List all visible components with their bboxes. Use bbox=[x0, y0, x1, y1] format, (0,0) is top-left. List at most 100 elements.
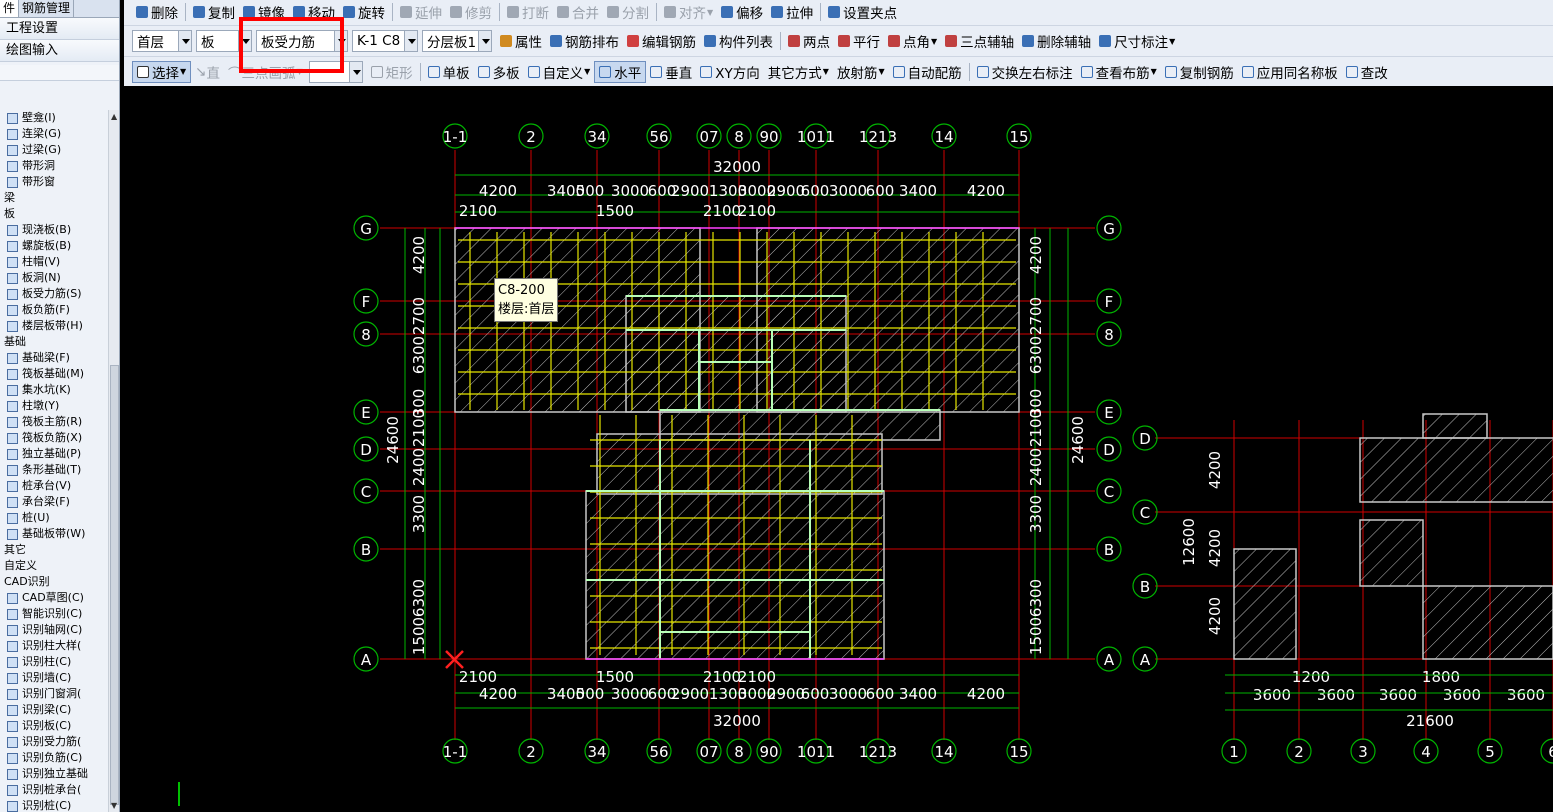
scroll-up-icon[interactable]: ▲ bbox=[111, 112, 117, 121]
edit-button[interactable]: 移动 bbox=[289, 1, 339, 23]
project-settings-button[interactable]: 工程设置 bbox=[0, 18, 119, 40]
tree-item[interactable]: 连梁(G) bbox=[0, 126, 108, 142]
tree-category[interactable]: 其它 bbox=[0, 542, 108, 558]
rebar-button[interactable]: 交换左右标注 bbox=[973, 61, 1077, 83]
tab-component[interactable]: 件 bbox=[0, 0, 20, 17]
tree-item[interactable]: 带形洞 bbox=[0, 158, 108, 174]
tree-item[interactable]: 基础板带(W) bbox=[0, 526, 108, 542]
edit-button[interactable]: 修剪 bbox=[446, 1, 496, 23]
chevron-down-icon[interactable] bbox=[238, 31, 251, 51]
tree-scrollbar[interactable]: ▲ ▼ bbox=[108, 110, 119, 812]
tree-item[interactable]: 集水坑(K) bbox=[0, 382, 108, 398]
scroll-down-icon[interactable]: ▼ bbox=[111, 801, 117, 810]
tree-item[interactable]: 识别负筋(C) bbox=[0, 750, 108, 766]
tree-item[interactable]: 板负筋(F) bbox=[0, 302, 108, 318]
tree-category[interactable]: 梁 bbox=[0, 190, 108, 206]
component-type-select[interactable]: 板受力筋 bbox=[256, 30, 348, 52]
drawing-input-button[interactable]: 绘图输入 bbox=[0, 40, 119, 62]
tree-item[interactable]: 承台梁(F) bbox=[0, 494, 108, 510]
chevron-down-icon[interactable] bbox=[334, 31, 347, 51]
component-button[interactable]: 三点辅轴 bbox=[941, 30, 1018, 52]
drawing-canvas[interactable]: 1-1 1-1 2 2 34 34 56 56 07 07 8 8 90 90 1011 1011 1213 12… bbox=[124, 86, 1553, 812]
tree-item[interactable]: 独立基础(P) bbox=[0, 446, 108, 462]
edit-button[interactable]: 偏移 bbox=[717, 1, 767, 23]
edit-button[interactable]: 镜像 bbox=[239, 1, 289, 23]
tree-item[interactable]: 智能识别(C) bbox=[0, 606, 108, 622]
tree-item[interactable]: 带形窗 bbox=[0, 174, 108, 190]
component-button[interactable]: 编辑钢筋 bbox=[623, 30, 700, 52]
tree-category[interactable]: 自定义 bbox=[0, 558, 108, 574]
component-button[interactable]: 点角 ▼ bbox=[884, 30, 941, 52]
component-button[interactable]: 删除辅轴 bbox=[1018, 30, 1095, 52]
chevron-down-icon[interactable] bbox=[348, 61, 362, 82]
tree-item[interactable]: 壁龛(I) bbox=[0, 110, 108, 126]
scroll-thumb[interactable] bbox=[110, 365, 119, 805]
rebar-button[interactable]: 查改 bbox=[1342, 61, 1392, 83]
select-button[interactable]: 选择 ▼ bbox=[132, 60, 192, 83]
tree-item[interactable]: CAD草图(C) bbox=[0, 590, 108, 606]
edit-button[interactable]: 分割 bbox=[603, 1, 653, 23]
tree-item[interactable]: 筏板主筋(R) bbox=[0, 414, 108, 430]
edit-button[interactable]: 延伸 bbox=[396, 1, 446, 23]
rect-button[interactable]: 矩形 bbox=[367, 61, 417, 83]
tree-item[interactable]: 现浇板(B) bbox=[0, 222, 108, 238]
rebar-button[interactable]: 放射筋 ▼ bbox=[833, 61, 889, 83]
rebar-button[interactable]: 其它方式 ▼ bbox=[764, 61, 833, 83]
component-button[interactable]: 两点 bbox=[784, 30, 834, 52]
rebar-button[interactable]: 应用同名称板 bbox=[1238, 61, 1342, 83]
tree-item[interactable]: 识别桩(C) bbox=[0, 798, 108, 812]
component-button[interactable]: 尺寸标注 ▼ bbox=[1095, 30, 1179, 52]
layer-select[interactable]: 分层板1 bbox=[422, 30, 492, 52]
tree-item[interactable]: 识别柱(C) bbox=[0, 654, 108, 670]
tree-category[interactable]: CAD识别 bbox=[0, 574, 108, 590]
tree-item[interactable]: 识别门窗洞( bbox=[0, 686, 108, 702]
tree-item[interactable]: 筏板负筋(X) bbox=[0, 430, 108, 446]
component-button[interactable]: 构件列表 bbox=[700, 30, 777, 52]
arc-button[interactable]: ⌒ 三点画弧 ▼ bbox=[224, 61, 307, 83]
line-button[interactable]: ↘ 直 bbox=[191, 61, 224, 83]
tab-rebar-manage[interactable]: 钢筋管理 bbox=[19, 0, 75, 17]
draw-option-select[interactable] bbox=[308, 60, 363, 83]
tree-item[interactable]: 柱帽(V) bbox=[0, 254, 108, 270]
tree-item[interactable]: 识别轴网(C) bbox=[0, 622, 108, 638]
tree-category[interactable]: 基础 bbox=[0, 334, 108, 350]
category-select[interactable]: 板 bbox=[196, 30, 252, 52]
tree-item[interactable]: 识别桩承台( bbox=[0, 782, 108, 798]
rebar-button[interactable]: 自动配筋 bbox=[889, 61, 966, 83]
edit-button[interactable]: 合并 bbox=[553, 1, 603, 23]
chevron-down-icon[interactable] bbox=[178, 31, 191, 51]
edit-button[interactable]: 复制 bbox=[189, 1, 239, 23]
floor-select[interactable]: 首层 bbox=[132, 30, 192, 52]
tree-item[interactable]: 板受力筋(S) bbox=[0, 286, 108, 302]
tree-item[interactable]: 识别墙(C) bbox=[0, 670, 108, 686]
rebar-button[interactable]: 垂直 bbox=[646, 61, 696, 83]
chevron-down-icon[interactable] bbox=[404, 31, 417, 51]
edit-button[interactable]: 设置夹点 bbox=[824, 1, 901, 23]
rebar-button[interactable]: 单板 bbox=[424, 61, 474, 83]
tree-item[interactable]: 柱墩(Y) bbox=[0, 398, 108, 414]
tree-item[interactable]: 基础梁(F) bbox=[0, 350, 108, 366]
tree-item[interactable]: 识别板(C) bbox=[0, 718, 108, 734]
edit-button[interactable]: 拉伸 bbox=[767, 1, 817, 23]
component-button[interactable]: 钢筋排布 bbox=[546, 30, 623, 52]
tree-item[interactable]: 识别柱大样( bbox=[0, 638, 108, 654]
rebar-button[interactable]: 水平 bbox=[594, 60, 647, 83]
tree-item[interactable]: 螺旋板(B) bbox=[0, 238, 108, 254]
component-button[interactable]: 属性 bbox=[496, 30, 546, 52]
rebar-button[interactable]: 查看布筋 ▼ bbox=[1077, 61, 1161, 83]
rebar-button[interactable]: 复制钢筋 bbox=[1161, 61, 1238, 83]
edit-button[interactable]: 对齐 ▼ bbox=[660, 1, 717, 23]
component-name-select[interactable]: K-1 C8 bbox=[352, 30, 418, 52]
tree-item[interactable]: 楼层板带(H) bbox=[0, 318, 108, 334]
edit-button[interactable]: 删除 bbox=[132, 1, 182, 23]
rebar-button[interactable]: 自定义 ▼ bbox=[524, 61, 595, 83]
tree-item[interactable]: 条形基础(T) bbox=[0, 462, 108, 478]
edit-button[interactable]: 打断 bbox=[503, 1, 553, 23]
rebar-button[interactable]: XY方向 bbox=[696, 61, 764, 83]
component-button[interactable]: 平行 bbox=[834, 30, 884, 52]
tree-item[interactable]: 筏板基础(M) bbox=[0, 366, 108, 382]
tree-item[interactable]: 桩承台(V) bbox=[0, 478, 108, 494]
edit-button[interactable]: 旋转 bbox=[339, 1, 389, 23]
tree-item[interactable]: 识别梁(C) bbox=[0, 702, 108, 718]
tree-item[interactable]: 桩(U) bbox=[0, 510, 108, 526]
